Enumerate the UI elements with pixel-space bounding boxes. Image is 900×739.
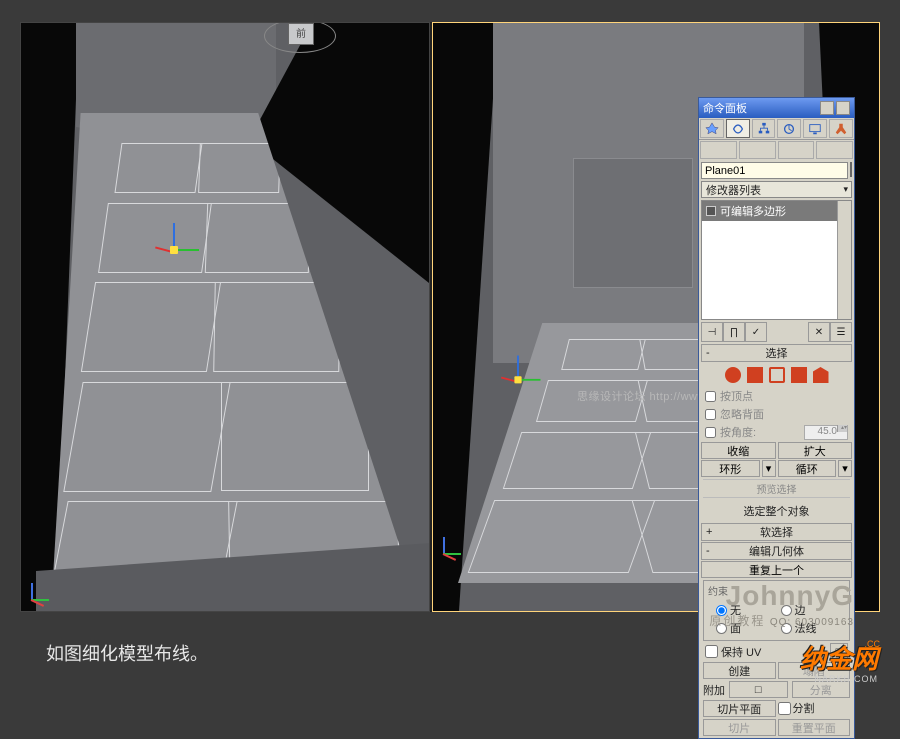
modifier-list-dropdown[interactable]: 修改器列表: [701, 181, 852, 198]
modifier-stack[interactable]: 可编辑多边形: [701, 200, 852, 320]
subobj-element-button[interactable]: [813, 367, 829, 383]
tab-create[interactable]: [700, 119, 724, 138]
author-name: JohnnyG: [709, 580, 854, 612]
attach-label: 附加: [703, 682, 725, 698]
subtab-4[interactable]: [816, 141, 853, 159]
stack-buttons: ⊣ ∏ ✓ ✕ ☰: [701, 322, 852, 342]
viewport-left[interactable]: 前: [20, 22, 430, 612]
object-color-swatch[interactable]: [850, 162, 852, 177]
preserve-uv-label: 保持 UV: [721, 644, 761, 660]
minimize-icon[interactable]: [820, 101, 834, 115]
slice-plane-button[interactable]: 切片平面: [703, 700, 776, 717]
tab-motion[interactable]: [777, 119, 801, 138]
transform-gizmo[interactable]: [496, 356, 541, 401]
axis-tripod-icon: [27, 575, 57, 605]
preserve-uv-checkbox[interactable]: [705, 645, 718, 658]
attach-button[interactable]: □: [729, 681, 788, 698]
slice-button[interactable]: 切片: [703, 719, 776, 736]
angle-spinner[interactable]: 45.0: [804, 425, 848, 440]
subobj-border-button[interactable]: [769, 367, 785, 383]
tab-utilities[interactable]: [829, 119, 853, 138]
close-icon[interactable]: [836, 101, 850, 115]
viewport-area: 前: [20, 22, 880, 612]
remove-modifier-button[interactable]: ✕: [808, 322, 830, 342]
gizmo-origin-icon: [514, 376, 521, 383]
author-watermark: JohnnyG 原创教程 QQ: 603009163: [709, 580, 854, 630]
subtab-2[interactable]: [739, 141, 776, 159]
transform-gizmo[interactable]: [149, 223, 199, 273]
preview-selection-label: 预览选择: [703, 479, 850, 498]
subobj-edge-button[interactable]: [747, 367, 763, 383]
show-end-result-button[interactable]: ∏: [723, 322, 745, 342]
split-label: 分割: [793, 700, 815, 717]
by-angle-label: 按角度:: [720, 424, 756, 440]
rollout-softsel-header[interactable]: +软选择: [701, 523, 852, 541]
panel-titlebar[interactable]: 命令面板: [699, 98, 854, 118]
author-qq: QQ: 603009163: [770, 617, 854, 628]
split-checkbox[interactable]: [778, 700, 791, 717]
make-unique-button[interactable]: ✓: [745, 322, 767, 342]
rollout-selection-label: 选择: [766, 345, 788, 361]
ignore-backfacing-checkbox[interactable]: [705, 409, 716, 420]
loop-button[interactable]: 循环: [778, 460, 837, 477]
create-button[interactable]: 创建: [703, 662, 776, 679]
view-cube[interactable]: 前: [276, 23, 326, 51]
stack-item-editable-poly[interactable]: 可编辑多边形: [702, 201, 851, 221]
ignore-backfacing-label: 忽略背面: [720, 406, 764, 422]
modifier-list-label: 修改器列表: [706, 182, 761, 198]
reset-plane-button[interactable]: 重置平面: [778, 719, 851, 736]
tab-hierarchy[interactable]: [752, 119, 776, 138]
sub-tabs: [699, 140, 854, 160]
configure-sets-button[interactable]: ☰: [830, 322, 852, 342]
subobject-level-row: [699, 363, 854, 387]
loop-spinner[interactable]: ▾: [838, 460, 852, 477]
rollout-softsel-label: 软选择: [760, 524, 793, 540]
rollout-selection-header[interactable]: -选择: [701, 344, 852, 362]
rollout-editgeom-label: 编辑几何体: [749, 543, 804, 559]
author-sub: 原创教程: [709, 614, 765, 628]
subtab-3[interactable]: [778, 141, 815, 159]
object-name-input[interactable]: [701, 162, 848, 179]
selection-info: 选定整个对象: [699, 500, 854, 522]
subobj-vertex-button[interactable]: [725, 367, 741, 383]
pin-stack-button[interactable]: ⊣: [701, 322, 723, 342]
axis-tripod-icon: [439, 529, 469, 559]
by-angle-checkbox[interactable]: [705, 427, 716, 438]
logo-en: NARKII.COM: [800, 674, 878, 684]
by-vertex-checkbox[interactable]: [705, 391, 716, 402]
subobj-polygon-button[interactable]: [791, 367, 807, 383]
by-vertex-label: 按顶点: [720, 388, 753, 404]
stack-toggle-icon[interactable]: [706, 206, 716, 216]
logo-cc: .CC: [865, 639, 881, 649]
rollout-editgeom-header[interactable]: -编辑几何体: [701, 542, 852, 560]
stack-scrollbar[interactable]: [837, 201, 851, 319]
site-logo: .CC 纳金网 NARKII.COM: [800, 639, 878, 684]
ring-spinner[interactable]: ▾: [762, 460, 776, 477]
panel-title: 命令面板: [703, 100, 747, 116]
subtab-1[interactable]: [700, 141, 737, 159]
caption-text: 如图细化模型布线。: [46, 640, 208, 666]
back-opening: [573, 158, 693, 288]
tab-display[interactable]: [803, 119, 827, 138]
repeat-last-button[interactable]: 重复上一个: [701, 561, 852, 578]
page-root: 前: [0, 0, 900, 698]
tab-modify[interactable]: [726, 119, 750, 138]
gizmo-origin-icon: [170, 246, 178, 254]
grow-button[interactable]: 扩大: [778, 442, 853, 459]
shrink-button[interactable]: 收缩: [701, 442, 776, 459]
ring-button[interactable]: 环形: [701, 460, 760, 477]
view-cube-face[interactable]: 前: [288, 23, 314, 45]
stack-item-label: 可编辑多边形: [720, 203, 786, 219]
command-tabs: [699, 118, 854, 140]
